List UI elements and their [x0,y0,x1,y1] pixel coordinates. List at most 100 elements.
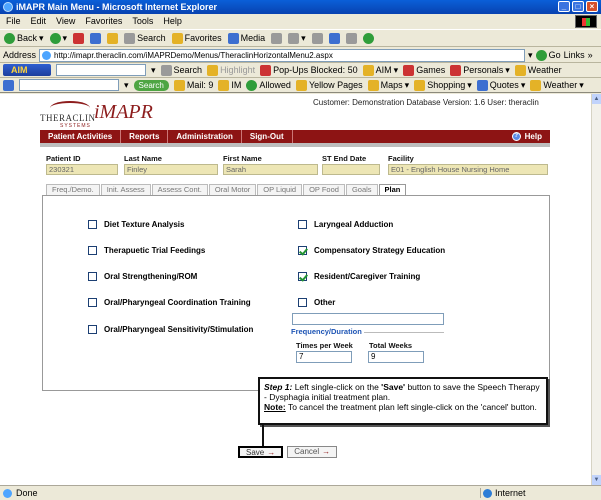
star-icon [171,32,183,44]
ie-icon [3,2,13,12]
messenger-button[interactable] [362,32,374,44]
option-caregiver-training[interactable]: Resident/Caregiver Training [298,272,420,281]
games-button[interactable]: Games [403,64,445,76]
menu-help[interactable]: Help [163,14,182,28]
save-button[interactable]: Save → [238,446,284,458]
chevron-right-icon[interactable]: » [588,50,593,60]
nav-sign-out[interactable]: Sign-Out [242,130,293,143]
option-laryngeal-adduction[interactable]: Laryngeal Adduction [298,220,393,229]
quotes-button[interactable]: Quotes ▾ [476,79,525,91]
total-weeks-input[interactable]: 9 [368,351,424,363]
tab-oral-motor[interactable]: Oral Motor [208,184,257,195]
option-op-sensitivity[interactable]: Oral/Pharyngeal Sensitivity/Stimulation [88,325,253,334]
media-icon [227,32,239,44]
toolbar-search-button[interactable]: Search [133,79,169,91]
checkbox-checked[interactable] [298,272,307,281]
option-op-coordination[interactable]: Oral/Pharyngeal Coordination Training [88,298,251,307]
allowed-button[interactable]: Allowed [246,79,291,91]
toolbar-logo-icon [3,79,14,91]
refresh-button[interactable] [90,32,102,44]
history-button[interactable] [271,32,283,44]
forward-button[interactable]: ▾ [49,32,67,44]
media-button[interactable]: Media [227,32,265,44]
close-button[interactable]: × [586,1,598,12]
tab-assess-cont[interactable]: Assess Cont. [151,184,208,195]
maps-button[interactable]: Maps ▾ [367,79,409,91]
aim-logo[interactable]: AIM [3,64,51,76]
checkbox[interactable] [298,220,307,229]
yellow-pages-button[interactable]: Yellow Pages [295,79,363,91]
tab-goals[interactable]: Goals [345,184,378,195]
tab-init-assess[interactable]: Init. Assess [100,184,151,195]
checkbox-checked[interactable] [298,246,307,255]
maximize-button[interactable]: □ [572,1,584,12]
discuss-button[interactable] [345,32,357,44]
times-per-week-input[interactable]: 7 [296,351,352,363]
highlight-button[interactable]: Highlight [207,64,255,76]
weather-button[interactable]: Weather [514,64,562,76]
option-oral-strengthening[interactable]: Oral Strengthening/ROM [88,272,197,281]
print-button[interactable] [311,32,323,44]
weather2-button[interactable]: Weather ▾ [530,79,584,91]
mail-button[interactable]: ▾ [288,32,306,44]
scroll-down-icon[interactable]: ▼ [592,475,601,485]
window-title-bar: iMAPR Main Menu - Microsoft Internet Exp… [0,0,601,14]
option-diet-texture[interactable]: Diet Texture Analysis [88,220,184,229]
address-input[interactable]: http://imapr.theraclin.com/iMAPRDemo/Men… [39,48,526,62]
mail-count[interactable]: Mail: 9 [173,79,213,91]
minimize-button[interactable]: _ [558,1,570,12]
quotes-icon [476,79,488,91]
nav-patient-activities[interactable]: Patient Activities [40,130,122,143]
shopping-button[interactable]: Shopping ▾ [414,79,472,91]
checkbox[interactable] [88,246,97,255]
checkbox[interactable] [88,220,97,229]
checkbox[interactable] [88,272,97,281]
toolbar-search-dropdown-icon[interactable]: ▾ [124,80,129,91]
aim-menu[interactable]: AIM ▾ [362,64,398,76]
help-link[interactable]: ? Help [511,130,542,143]
cancel-button[interactable]: Cancel → [287,446,338,458]
home-button[interactable] [107,32,119,44]
menu-view[interactable]: View [56,14,75,28]
vertical-scrollbar[interactable]: ▲ ▼ [591,94,601,485]
menu-edit[interactable]: Edit [31,14,47,28]
address-dropdown-icon[interactable]: ▾ [528,50,533,61]
tab-freq-demo[interactable]: Freq./Demo. [46,184,100,195]
popups-blocked[interactable]: Pop-Ups Blocked: 50 [260,64,358,76]
links-label[interactable]: Links [564,50,585,60]
menu-tools[interactable]: Tools [132,14,153,28]
favorites-button[interactable]: Favorites [171,32,222,44]
customer-info: Customer: Demonstration Database Version… [313,98,539,107]
edit-button[interactable] [328,32,340,44]
tab-op-liquid[interactable]: OP Liquid [257,184,303,195]
aim-search-button[interactable]: Search [160,64,202,76]
option-compensatory-strategy[interactable]: Compensatory Strategy Education [298,246,445,255]
checkbox[interactable] [88,325,97,334]
back-arrow-icon [4,32,15,44]
menu-file[interactable]: File [6,14,21,28]
search-toolbar-button[interactable]: Search [124,32,166,44]
aim-search-dropdown-icon[interactable]: ▾ [151,65,156,76]
scroll-up-icon[interactable]: ▲ [592,94,601,104]
tab-op-food[interactable]: OP Food [303,184,345,195]
menu-favorites[interactable]: Favorites [85,14,122,28]
standard-toolbar: Back ▾ ▾ Search Favorites Media ▾ [0,29,601,47]
menu-bar: File Edit View Favorites Tools Help [0,14,601,28]
nav-administration[interactable]: Administration [168,130,242,143]
toolbar-search-input[interactable] [19,79,119,91]
stop-button[interactable] [73,32,85,44]
option-other[interactable]: Other [298,298,335,307]
nav-reports[interactable]: Reports [121,130,169,143]
aim-search-input[interactable] [56,64,146,76]
go-button[interactable]: Go [535,49,561,61]
discuss-icon [345,32,357,44]
checkbox[interactable] [88,298,97,307]
personals-button[interactable]: Personals ▾ [450,64,510,76]
back-button[interactable]: Back ▾ [4,32,44,44]
checkbox[interactable] [298,298,307,307]
im-button[interactable]: IM [218,79,241,91]
other-input[interactable] [292,313,444,325]
sun-icon [530,79,542,91]
tab-plan[interactable]: Plan [378,184,407,195]
option-therapeutic-trial[interactable]: Therapuetic Trial Feedings [88,246,205,255]
